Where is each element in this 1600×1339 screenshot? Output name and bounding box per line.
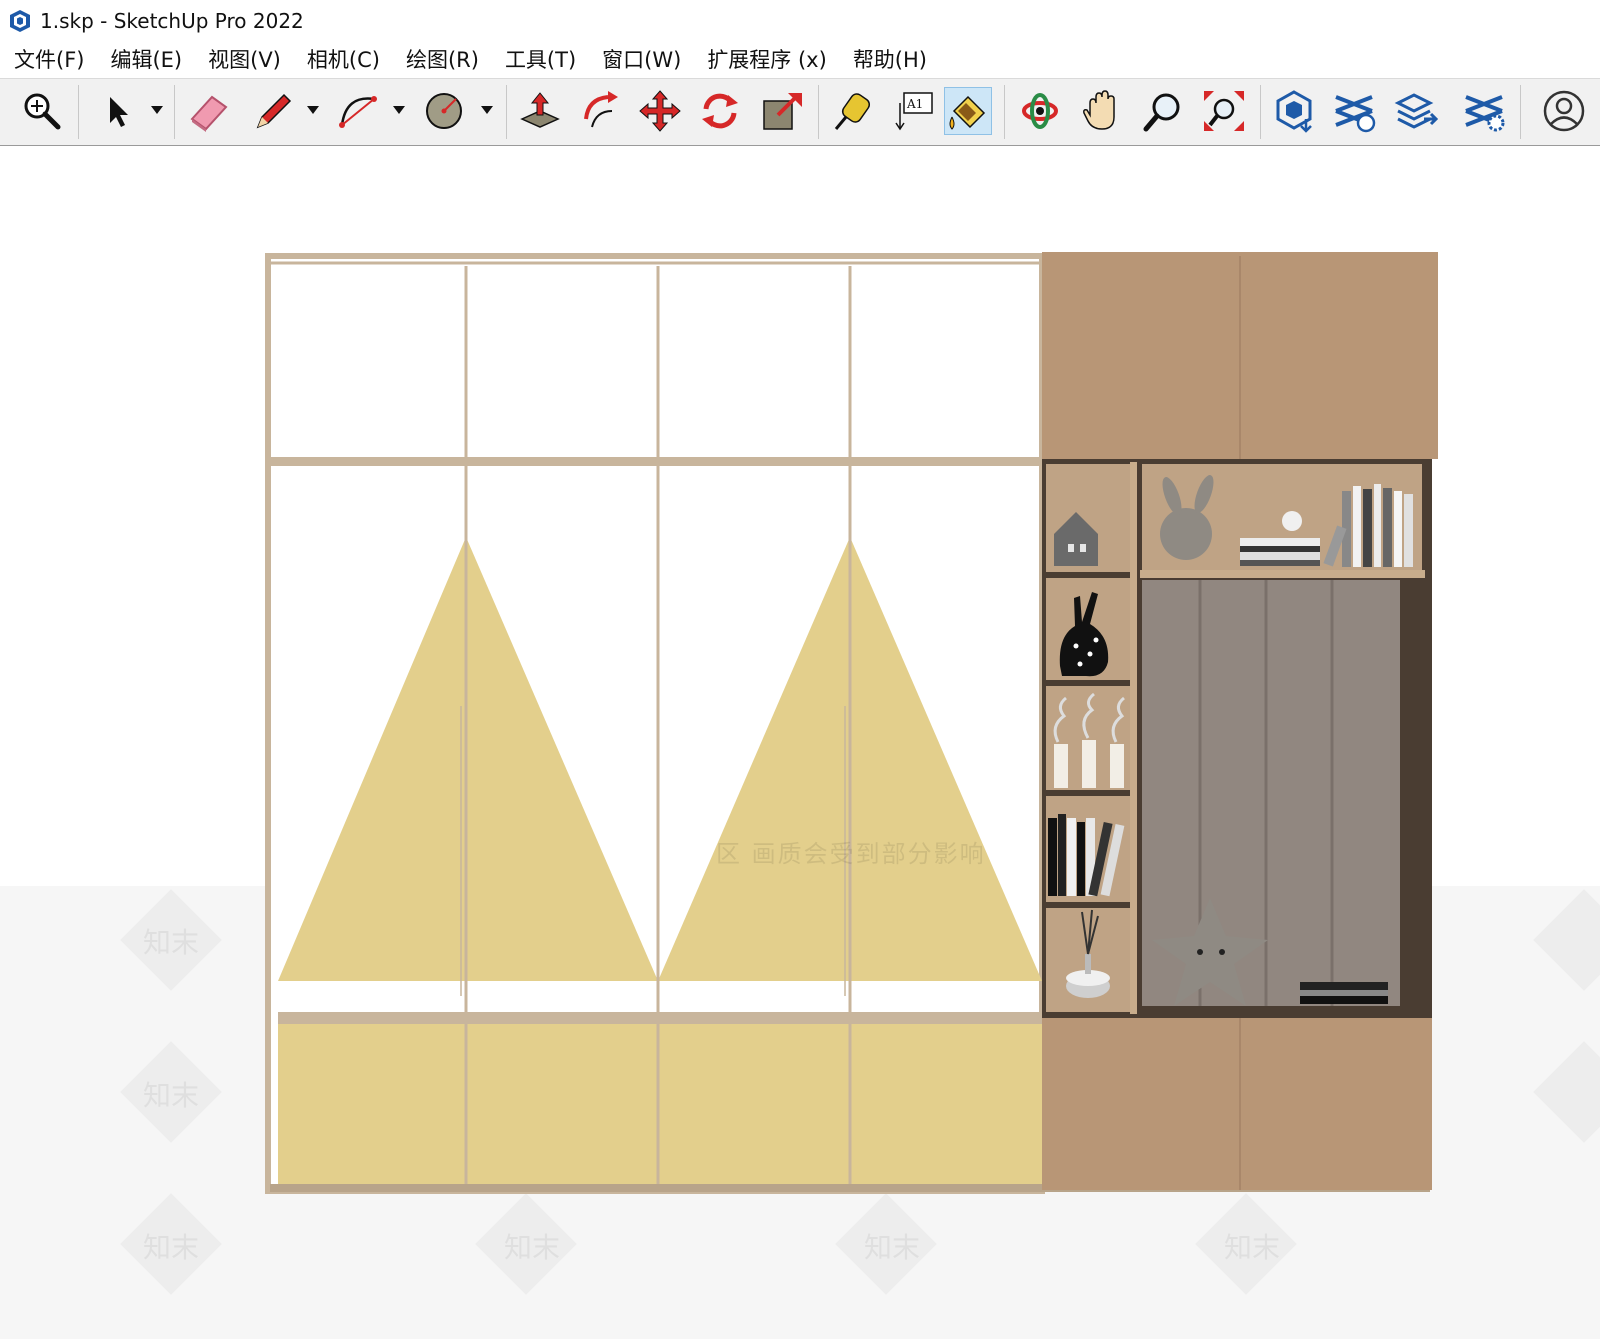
scale-icon (763, 93, 802, 130)
zoom-icon (1143, 93, 1180, 132)
toolbar-separator (818, 85, 819, 139)
eraser-icon (190, 95, 228, 132)
menu-draw[interactable]: 绘图(R) (406, 44, 479, 74)
arc-dropdown[interactable] (392, 103, 406, 117)
select-dropdown[interactable] (150, 103, 164, 117)
follow-me-button[interactable] (576, 87, 624, 135)
send-to-layout-button[interactable] (1392, 87, 1440, 135)
pan-button[interactable] (1078, 87, 1126, 135)
scale-button[interactable] (758, 87, 806, 135)
main-toolbar: A1 (0, 78, 1600, 146)
account-icon (1543, 90, 1585, 132)
tape-measure-button[interactable] (828, 87, 876, 135)
pan-hand-icon (1083, 90, 1115, 130)
zoom-window-button[interactable] (18, 87, 66, 135)
chevron-down-icon (393, 106, 405, 114)
menu-extensions[interactable]: 扩展程序 (x) (707, 44, 827, 74)
paint-bucket-icon (949, 95, 986, 130)
wood-tower-base (1042, 1018, 1432, 1190)
push-pull-button[interactable] (516, 87, 564, 135)
decor-plush-rabbit (1160, 508, 1212, 560)
toolbar-separator (1004, 85, 1005, 139)
orbit-icon (1022, 93, 1058, 129)
push-pull-icon (520, 92, 560, 128)
text-tool-label: A1 (906, 97, 923, 111)
text-label-icon: A1 (895, 92, 933, 131)
select-arrow-icon (110, 97, 128, 127)
chevron-down-icon (151, 106, 163, 114)
watermark-notice: 区 画质会受到部分影响 (716, 840, 986, 868)
orbit-button[interactable] (1016, 87, 1064, 135)
text-button[interactable]: A1 (890, 87, 938, 135)
lower-drawer-band (278, 1024, 1042, 1184)
zoom-window-icon (24, 93, 61, 130)
extension-manager-icon (1465, 95, 1505, 132)
menu-bar: 文件(F) 编辑(E) 视图(V) 相机(C) 绘图(R) 工具(T) 窗口(W… (0, 42, 1600, 76)
menu-help[interactable]: 帮助(H) (853, 44, 927, 74)
wardrobe-model (265, 252, 1438, 1194)
sketchup-logo-icon (10, 10, 30, 32)
menu-tools[interactable]: 工具(T) (505, 44, 576, 74)
menu-view[interactable]: 视图(V) (208, 44, 281, 74)
move-icon (639, 90, 681, 132)
eraser-button[interactable] (184, 87, 232, 135)
extension-warehouse-icon (1335, 95, 1376, 133)
chevron-down-icon (307, 106, 319, 114)
follow-me-icon (584, 91, 618, 128)
menu-edit[interactable]: 编辑(E) (110, 44, 182, 74)
menu-camera[interactable]: 相机(C) (307, 44, 380, 74)
warehouse-button[interactable] (1270, 87, 1318, 135)
extension-manager-button[interactable] (1460, 87, 1508, 135)
menu-file[interactable]: 文件(F) (14, 44, 84, 74)
window-title: 1.skp - SketchUp Pro 2022 (40, 9, 304, 33)
toolbar-separator (1260, 85, 1261, 139)
title-bar: 1.skp - SketchUp Pro 2022 (0, 0, 1600, 42)
pencil-line-icon (256, 93, 292, 129)
arc-button[interactable] (334, 87, 382, 135)
zoom-extents-button[interactable] (1200, 87, 1248, 135)
select-button[interactable] (94, 87, 142, 135)
rotate-button[interactable] (696, 87, 744, 135)
menu-window[interactable]: 窗口(W) (602, 44, 681, 74)
layout-send-icon (1394, 93, 1438, 129)
toolbar-separator (78, 85, 79, 139)
move-button[interactable] (636, 87, 684, 135)
toolbar-separator (1520, 85, 1521, 139)
circle-dropdown[interactable] (480, 103, 494, 117)
zoom-button[interactable] (1140, 87, 1188, 135)
zoom-extents-icon (1204, 91, 1244, 131)
circle-button[interactable] (420, 87, 468, 135)
extension-warehouse-button[interactable] (1330, 87, 1378, 135)
line-button[interactable] (248, 87, 296, 135)
warehouse-icon (1276, 90, 1312, 133)
model-viewport[interactable]: 知末 知末 知末 知末 知末 知末 区 画质会受到部分影响 (0, 145, 1600, 1339)
arc-icon (339, 96, 377, 128)
decor-book-stack (1300, 982, 1388, 1004)
line-dropdown[interactable] (306, 103, 320, 117)
paint-bucket-button[interactable] (944, 87, 992, 135)
chevron-down-icon (481, 106, 493, 114)
account-button[interactable] (1540, 87, 1588, 135)
tape-measure-icon (834, 93, 871, 130)
toolbar-separator (174, 85, 175, 139)
circle-icon (426, 93, 462, 129)
toolbar-separator (506, 85, 507, 139)
rotate-icon (702, 93, 738, 129)
